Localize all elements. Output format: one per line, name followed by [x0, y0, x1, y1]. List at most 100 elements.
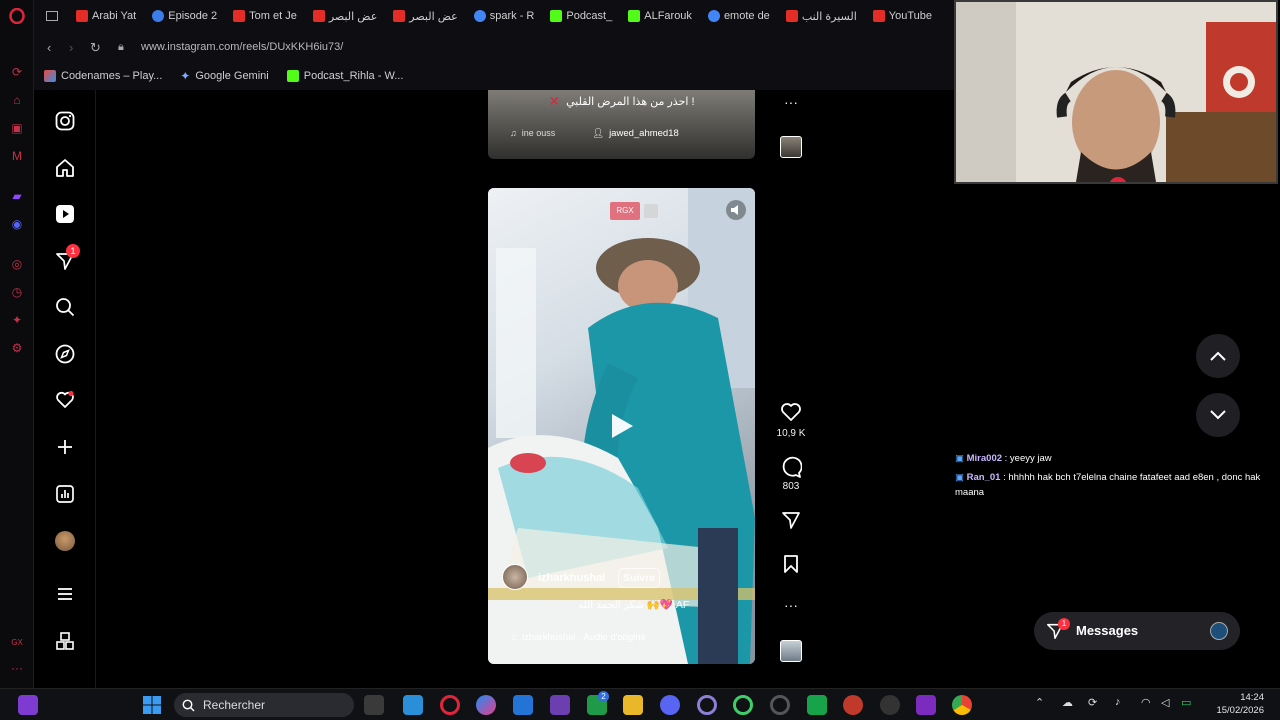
search-icon[interactable]: [54, 296, 76, 318]
url-field[interactable]: www.instagram.com/reels/DUxKKH6iu73/: [141, 41, 343, 53]
forward-icon[interactable]: ›: [69, 40, 73, 55]
tab-8[interactable]: emote de: [700, 0, 778, 32]
tagged-username: jawed_ahmed18: [609, 128, 679, 139]
opera-gx-icon[interactable]: [440, 695, 460, 715]
apps-icon[interactable]: [54, 630, 76, 652]
reels-icon[interactable]: [54, 203, 76, 225]
reel-caption-main: شكر الحمد الله 🙌💖 AF: [578, 599, 690, 611]
more-options-icon[interactable]: ···: [779, 597, 803, 613]
dashboard-icon[interactable]: [54, 483, 76, 505]
widgets-icon[interactable]: [403, 695, 423, 715]
speed-dial-icon[interactable]: ⟳: [9, 64, 25, 80]
reel-video[interactable]: RGX izharkhushal Suivre شكر الحمد الله 🙌…: [488, 188, 755, 664]
next-reel-button[interactable]: [1196, 393, 1240, 437]
author-username[interactable]: izharkhushal: [538, 572, 605, 584]
previous-reel-button[interactable]: [1196, 334, 1240, 378]
direct-icon[interactable]: 1: [54, 244, 80, 272]
reel-audio[interactable]: ♫ ine ouss: [510, 128, 555, 138]
back-icon[interactable]: ‹: [47, 40, 51, 55]
opera-icon[interactable]: [697, 695, 717, 715]
tab-0[interactable]: Arabi Yat: [68, 0, 144, 32]
notifications-icon[interactable]: [54, 389, 76, 411]
opera-alt-icon[interactable]: [770, 695, 790, 715]
comment-icon: [782, 456, 802, 478]
chrome-icon[interactable]: [952, 695, 972, 715]
audio-thumbnail[interactable]: [780, 640, 802, 662]
bookmark-codenames[interactable]: Codenames – Play...: [44, 70, 162, 82]
extensions-icon[interactable]: ✦: [9, 312, 25, 328]
create-icon[interactable]: [54, 436, 76, 458]
reel-tagged-user[interactable]: 👤︎ jawed_ahmed18: [592, 128, 679, 139]
reel-audio-main[interactable]: ♫ izharkhushal · Audio d'origine: [510, 632, 646, 643]
play-icon[interactable]: [604, 404, 640, 448]
taskbar-search[interactable]: Rechercher: [174, 693, 354, 717]
follow-button[interactable]: Suivre: [618, 568, 660, 588]
tray-chevron-icon[interactable]: ⌃: [1035, 696, 1044, 709]
copilot-app-icon[interactable]: [476, 695, 496, 715]
tray-onedrive-icon[interactable]: ☁: [1062, 696, 1073, 709]
gx-control-icon[interactable]: GX: [9, 634, 25, 650]
bookmark-podcast[interactable]: Podcast_Rihla - W...: [286, 70, 403, 82]
tab-9[interactable]: السيرة النب: [778, 0, 865, 32]
terminal-icon[interactable]: [807, 695, 827, 715]
tab-6[interactable]: Podcast_: [542, 0, 620, 32]
teams-icon[interactable]: [550, 695, 570, 715]
reload-icon[interactable]: ↻: [90, 40, 101, 56]
bookmark-gemini[interactable]: ✦ Google Gemini: [180, 69, 268, 83]
settings-icon[interactable]: ⚙: [9, 340, 25, 356]
profile-avatar[interactable]: [54, 530, 76, 552]
discord-icon[interactable]: [660, 695, 680, 715]
store-icon[interactable]: [513, 695, 533, 715]
opera-logo-icon[interactable]: [9, 8, 25, 24]
home-icon[interactable]: [54, 157, 76, 179]
music-icon: ♫: [510, 632, 518, 643]
new-tab-icon[interactable]: [42, 0, 68, 32]
tab-10[interactable]: YouTube: [865, 0, 940, 32]
chat-text: : yeeyy jaw: [1002, 453, 1052, 464]
history-icon[interactable]: ◷: [9, 284, 25, 300]
microphone-icon[interactable]: ♪: [1115, 696, 1121, 708]
battery-icon[interactable]: ▭: [1181, 696, 1191, 709]
tab-1[interactable]: Episode 2: [144, 0, 225, 32]
tab-4[interactable]: عض البصر: [385, 0, 465, 32]
menu-icon[interactable]: [54, 583, 76, 605]
volume-icon[interactable]: ◁: [1161, 696, 1169, 709]
tab-label: emote de: [723, 10, 770, 22]
file-explorer-icon[interactable]: [623, 695, 643, 715]
instagram-logo-icon[interactable]: [54, 110, 76, 132]
clipchamp-icon[interactable]: [916, 695, 936, 715]
explore-icon[interactable]: [54, 343, 76, 365]
wifi-icon[interactable]: ◠: [1141, 696, 1151, 709]
more-icon[interactable]: ···: [9, 660, 25, 676]
mute-icon[interactable]: [726, 200, 746, 220]
tab-3[interactable]: عض البصر: [305, 0, 385, 32]
save-button[interactable]: [779, 554, 803, 574]
clock[interactable]: 14:24 15/02/2026: [1208, 691, 1264, 717]
app-icon[interactable]: [843, 695, 863, 715]
comment-button[interactable]: [779, 456, 803, 478]
windows-start-icon[interactable]: [142, 695, 162, 715]
tab-5[interactable]: spark - R: [466, 0, 543, 32]
opera-gx-alt-icon[interactable]: [733, 695, 753, 715]
tab-2[interactable]: Tom et Je: [225, 0, 305, 32]
gx-corner-icon[interactable]: ▣: [9, 120, 25, 136]
task-view-icon[interactable]: [364, 695, 384, 715]
media-player-icon[interactable]: [880, 695, 900, 715]
messenger-icon[interactable]: M: [9, 148, 25, 164]
share-button[interactable]: [779, 510, 803, 530]
more-options-icon[interactable]: ···: [779, 94, 803, 110]
copilot-icon[interactable]: [18, 695, 38, 715]
reel-previous[interactable]: ✕ احذر من هذا المرض القلبي ! ♫ ine ouss …: [488, 90, 755, 159]
webcam-overlay: [954, 0, 1278, 184]
twitch-icon[interactable]: ▰: [9, 188, 25, 204]
messages-button[interactable]: 1 Messages: [1034, 612, 1240, 650]
xbox-icon[interactable]: 2: [587, 691, 609, 715]
tab-7[interactable]: ALFarouk: [620, 0, 700, 32]
discord-icon[interactable]: ◉: [9, 216, 25, 232]
author-avatar[interactable]: [502, 564, 528, 590]
player-icon[interactable]: ◎: [9, 256, 25, 272]
audio-thumbnail[interactable]: [780, 136, 802, 158]
tray-sync-icon[interactable]: ⟳: [1088, 696, 1097, 709]
like-button[interactable]: [779, 402, 803, 422]
aria-icon[interactable]: ⌂: [9, 92, 25, 108]
